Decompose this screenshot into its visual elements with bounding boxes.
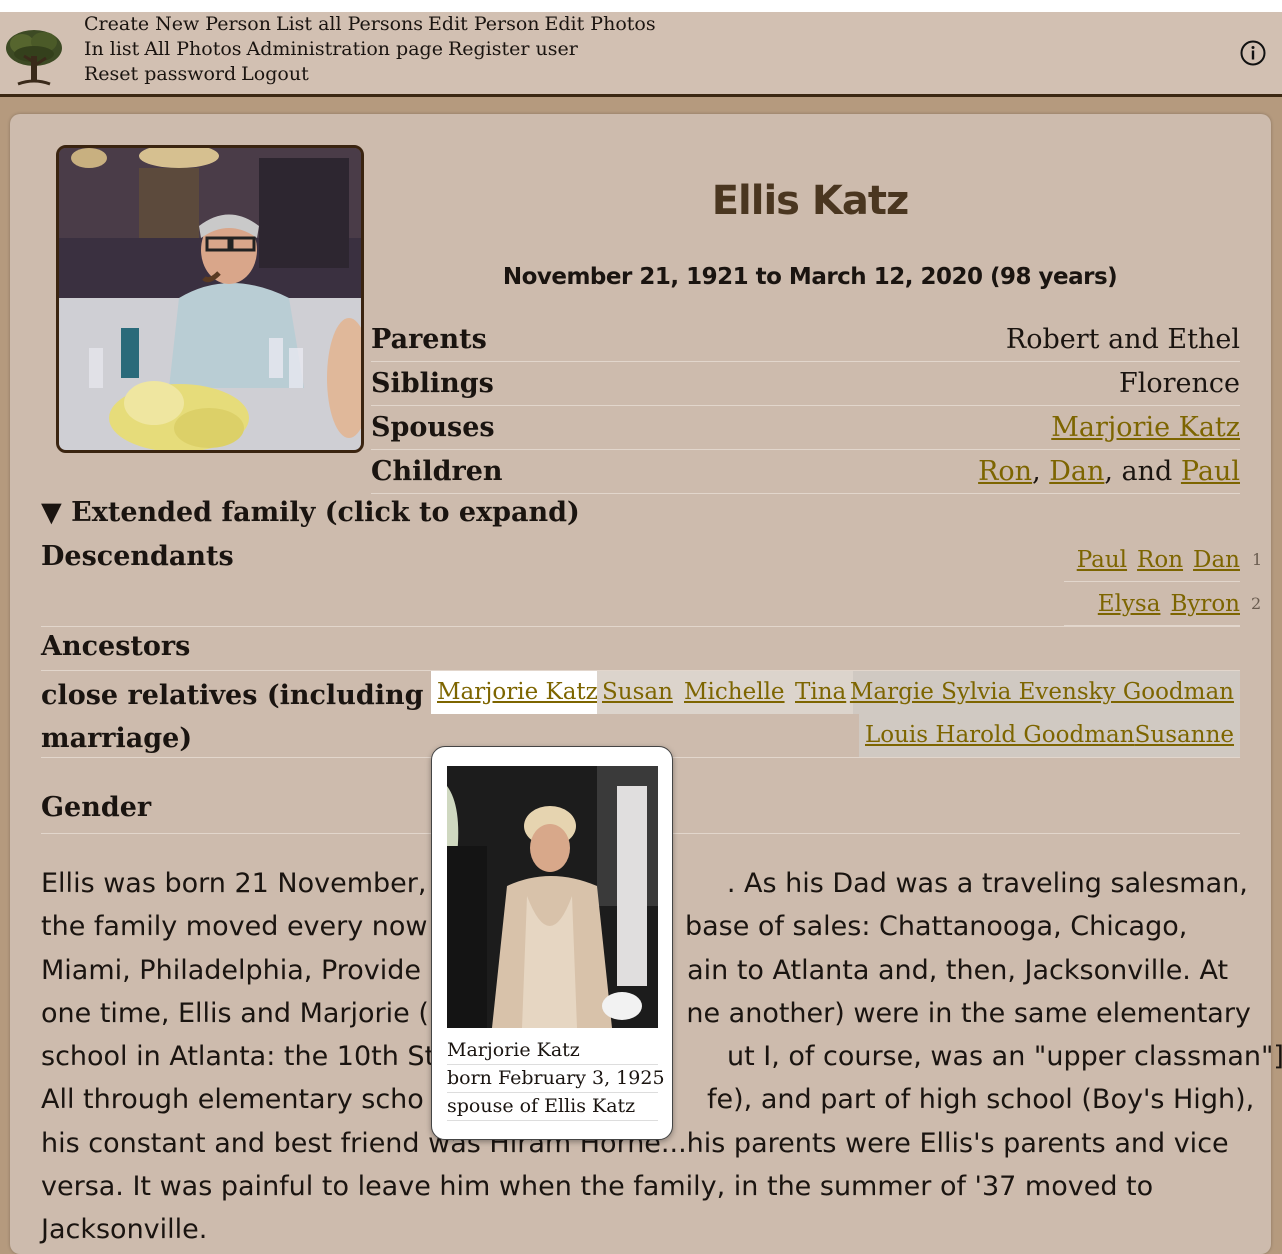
nav-row-1: Create New Person List all Persons Edit Pe… [84, 12, 661, 37]
close-relative-highlight-children-spouses: Susan Michelle Tina [597, 671, 853, 714]
gender-label: Gender [41, 792, 152, 823]
parents-label: Parents [371, 324, 487, 355]
generation-number-1: 1 [1252, 550, 1263, 569]
bio-line: Jacksonville. [41, 1214, 208, 1246]
nav-create-new-person[interactable]: Create New Person [84, 13, 271, 35]
close-relative-highlight-in-laws-row2: Louis Harold Goodman Susanne [859, 714, 1240, 757]
siblings-label: Siblings [371, 368, 494, 399]
parents-row: Parents Robert and Ethel [371, 318, 1240, 362]
child-link-ron[interactable]: Ron [978, 456, 1032, 487]
nav-row-2: In list All Photos Administration page Regi… [84, 37, 583, 62]
close-relative-highlight-in-laws: Margie Sylvia Evensky Goodman [850, 671, 1240, 714]
ancestors-label: Ancestors [41, 631, 191, 662]
close-relative-link-tina[interactable]: Tina [795, 671, 846, 714]
children-separator: , and [1104, 456, 1181, 487]
descendants-gen2-row: Elysa Byron [1064, 582, 1240, 626]
person-photo[interactable] [56, 145, 364, 453]
bio-line: versa. It was painful to leave him when … [41, 1171, 1154, 1203]
generation-number-2: 2 [1251, 594, 1262, 613]
children-value: Ron, Dan, and Paul [978, 450, 1240, 494]
top-navigation-bar: Create New Person List all Persons Edit Pe… [0, 12, 1282, 97]
extended-family-toggle[interactable]: ▼ Extended family (click to expand) [41, 497, 580, 528]
descendant-link-elysa[interactable]: Elysa [1098, 591, 1161, 617]
close-relatives-label: close relatives (including marriage) [41, 674, 423, 760]
nav-reset-password[interactable]: Reset password [84, 63, 236, 85]
nav-edit-person[interactable]: Edit Person [428, 13, 539, 35]
close-relative-highlight-spouse: Marjorie Katz [431, 671, 598, 714]
children-label: Children [371, 456, 503, 487]
descendants-label: Descendants [41, 541, 234, 572]
close-relatives-label-line1: close relatives (including [41, 680, 424, 711]
nav-row-3: Reset password Logout [84, 62, 314, 87]
children-row: Children Ron, Dan, and Paul [371, 450, 1240, 494]
person-photo-image [59, 148, 361, 450]
descendants-gen1-row: Paul Ron Dan [1064, 538, 1240, 582]
info-icon[interactable] [1240, 40, 1266, 66]
popup-relation: spouse of Ellis Katz [447, 1092, 658, 1121]
popup-born: born February 3, 1925 [447, 1064, 665, 1093]
descendant-link-ron[interactable]: Ron [1137, 547, 1183, 573]
nav-edit-photos[interactable]: Edit Photos [545, 13, 656, 35]
spouses-row: Spouses Marjorie Katz [371, 406, 1240, 450]
nav-in-list[interactable]: In list [84, 38, 139, 60]
nav-administration-page[interactable]: Administration page [247, 38, 443, 60]
close-relative-link-louis-goodman[interactable]: Louis Harold Goodman [865, 714, 1135, 757]
siblings-value: Florence [1119, 368, 1240, 399]
hover-preview-popup: Marjorie Katz born February 3, 1925 spou… [431, 746, 673, 1140]
spouses-label: Spouses [371, 412, 495, 443]
person-dates: November 21, 1921 to March 12, 2020 (98 … [502, 264, 1118, 290]
divider [41, 626, 1240, 627]
close-relatives-label-line2: marriage) [41, 723, 193, 754]
children-separator: , [1032, 456, 1050, 487]
popup-photo [447, 766, 658, 1028]
parents-value: Robert and Ethel [1005, 324, 1240, 355]
person-name: Ellis Katz [711, 178, 910, 224]
popup-photo-image [447, 766, 658, 1028]
close-relative-link-susanne[interactable]: Susanne [1135, 714, 1234, 757]
siblings-row: Siblings Florence [371, 362, 1240, 406]
close-relative-link-michelle[interactable]: Michelle [684, 671, 785, 714]
nav-logout[interactable]: Logout [241, 63, 309, 85]
descendant-link-byron[interactable]: Byron [1170, 591, 1240, 617]
popup-name: Marjorie Katz [447, 1036, 658, 1065]
tree-logo-icon[interactable] [4, 26, 64, 88]
nav-register-user[interactable]: Register user [448, 38, 578, 60]
close-relative-link-susan[interactable]: Susan [602, 671, 673, 714]
close-relative-link-margie-goodman[interactable]: Margie Sylvia Evensky Goodman [850, 671, 1234, 714]
descendant-link-dan[interactable]: Dan [1193, 547, 1240, 573]
child-link-dan[interactable]: Dan [1049, 456, 1104, 487]
nav-all-photos[interactable]: All Photos [144, 38, 241, 60]
descendant-link-paul[interactable]: Paul [1077, 547, 1127, 573]
nav-list-all-persons[interactable]: List all Persons [276, 13, 423, 35]
spouse-link[interactable]: Marjorie Katz [1051, 412, 1240, 443]
top-strip [0, 0, 1282, 12]
child-link-paul[interactable]: Paul [1181, 456, 1240, 487]
close-relative-link-marjorie-katz[interactable]: Marjorie Katz [437, 671, 598, 714]
